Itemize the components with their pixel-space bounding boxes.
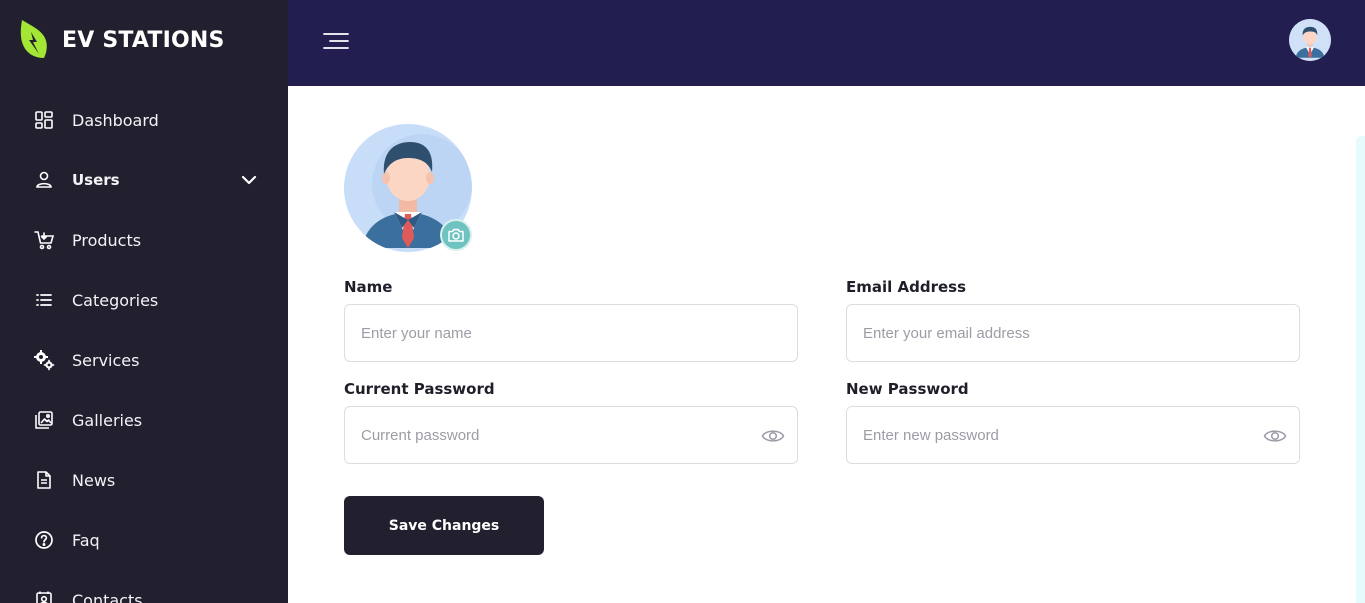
eye-icon[interactable] (761, 425, 785, 447)
eye-icon[interactable] (1263, 425, 1287, 447)
change-photo-button[interactable] (440, 219, 472, 251)
sidebar-item-label: Faq (72, 530, 100, 550)
current-password-wrapper (344, 406, 798, 464)
sidebar-item-faq[interactable]: Faq (0, 510, 288, 570)
user-icon (33, 169, 55, 191)
sidebar-item-news[interactable]: News (0, 450, 288, 510)
sidebar-item-label: Galleries (72, 410, 143, 430)
sidebar-item-services[interactable]: Services (0, 330, 288, 390)
dashboard-icon (33, 109, 55, 131)
hamburger-icon[interactable] (322, 30, 350, 52)
sidebar-item-users[interactable]: Users (0, 150, 288, 210)
sidebar-item-label: News (72, 470, 116, 490)
camera-icon (448, 228, 464, 242)
brand-name: EV STATIONS (62, 27, 225, 53)
sidebar-item-label: Services (72, 350, 140, 370)
sidebar-item-label: Categories (72, 290, 159, 310)
current-password-label: Current Password (344, 380, 495, 398)
question-icon (33, 529, 55, 551)
cart-icon (33, 229, 55, 251)
new-password-wrapper (846, 406, 1300, 464)
gears-icon (33, 349, 55, 371)
name-field-wrapper (344, 304, 798, 362)
profile-settings-panel: Name Email Address Current Password New … (288, 86, 1365, 603)
new-password-input[interactable] (847, 407, 1299, 463)
leaf-bolt-icon (20, 20, 47, 58)
new-password-label: New Password (846, 380, 969, 398)
top-bar (288, 0, 1365, 86)
gallery-icon (33, 409, 55, 431)
current-password-input[interactable] (345, 407, 797, 463)
brand[interactable]: EV STATIONS (18, 18, 225, 62)
sidebar-item-products[interactable]: Products (0, 210, 288, 270)
document-icon (33, 469, 55, 491)
sidebar-item-contacts[interactable]: Contacts (0, 570, 288, 603)
save-changes-button[interactable]: Save Changes (344, 496, 544, 555)
sidebar-item-dashboard[interactable]: Dashboard (0, 90, 288, 150)
email-input[interactable] (847, 305, 1299, 361)
chevron-down-icon[interactable] (240, 171, 258, 189)
email-field-wrapper (846, 304, 1300, 362)
sidebar-item-label: Users (72, 171, 120, 189)
name-input[interactable] (345, 305, 797, 361)
sidebar-nav: Dashboard Users Products Categories Serv… (0, 90, 288, 603)
name-label: Name (344, 278, 393, 296)
sidebar-item-label: Contacts (72, 590, 143, 603)
list-icon (33, 289, 55, 311)
contact-icon (33, 589, 55, 603)
sidebar-item-label: Dashboard (72, 110, 159, 130)
sidebar: EV STATIONS Dashboard Users Products Cat… (0, 0, 288, 603)
email-label: Email Address (846, 278, 967, 296)
sidebar-item-label: Products (72, 230, 142, 250)
sidebar-item-galleries[interactable]: Galleries (0, 390, 288, 450)
user-avatar-icon[interactable] (1289, 19, 1331, 61)
sidebar-item-categories[interactable]: Categories (0, 270, 288, 330)
scrollbar[interactable] (1356, 136, 1365, 603)
